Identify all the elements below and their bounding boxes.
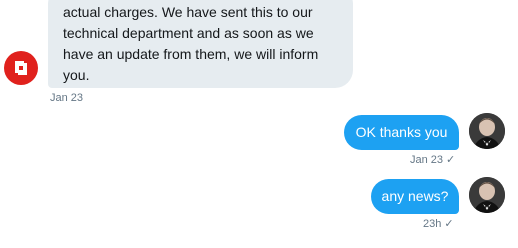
incoming-message-time: Jan 23 (50, 92, 84, 104)
check-icon: ✓ (446, 154, 456, 166)
message-text-line: actual charges. We have sent this to our (63, 4, 313, 20)
outgoing-message-bubble: any news? (371, 179, 459, 214)
brand-logo-icon (15, 61, 27, 75)
sender-avatar[interactable] (4, 51, 38, 85)
user-avatar[interactable] (469, 177, 505, 213)
user-photo-icon (469, 177, 505, 213)
message-text-line: you. (63, 67, 90, 83)
outgoing-message-time: Jan 23 (410, 154, 444, 166)
outgoing-message-status: 23h ✓ (423, 217, 454, 230)
check-icon: ✓ (444, 218, 454, 230)
user-photo-icon (469, 113, 505, 149)
message-text-line: have an update from them, we will inform (63, 46, 319, 62)
incoming-message-bubble: actual charges. We have sent this to our… (48, 0, 353, 88)
outgoing-message-time: 23h (423, 218, 442, 230)
outgoing-message-status: Jan 23 ✓ (410, 153, 455, 166)
outgoing-message-bubble: OK thanks you (344, 115, 459, 150)
user-avatar[interactable] (469, 113, 505, 149)
message-text-line: technical department and as soon as we (63, 25, 314, 41)
